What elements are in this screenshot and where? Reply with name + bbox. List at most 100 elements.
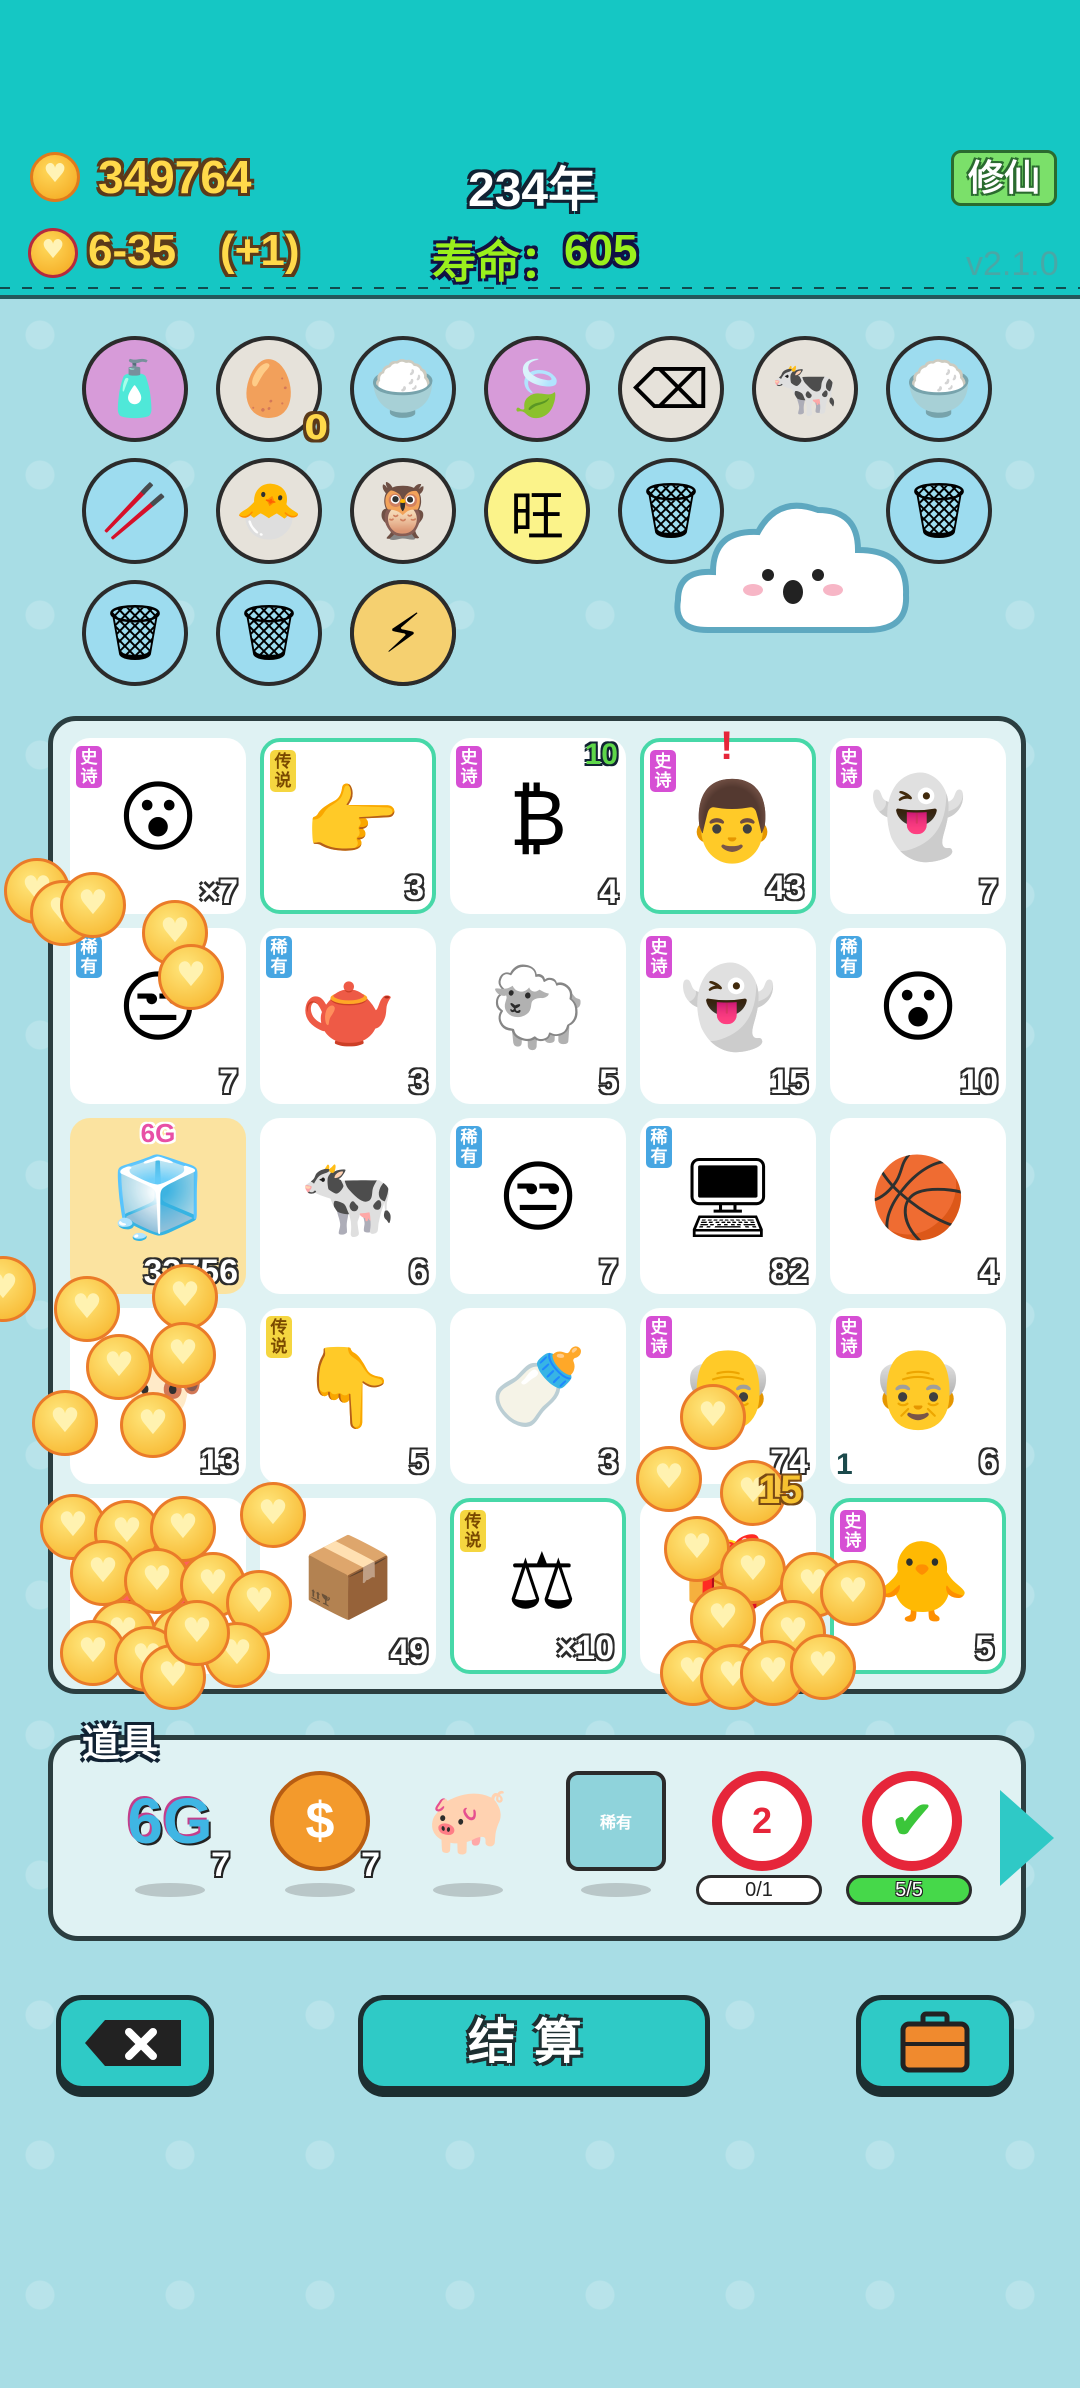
- cell-value: 15: [770, 1063, 808, 1101]
- floating-coin-icon: [680, 1384, 746, 1450]
- version-label: v2.1.0: [966, 245, 1059, 283]
- check-prop-icon: ✔: [862, 1771, 962, 1871]
- prop-count: 7: [361, 1846, 380, 1884]
- rarity-tag: 史诗: [646, 1316, 672, 1358]
- lifespan-value: 605: [564, 226, 638, 275]
- cell-top-label: 6G: [140, 1118, 176, 1148]
- trash-bag-token-3[interactable]: 🗑: [82, 580, 188, 686]
- cell-item-icon: 🐄: [299, 1152, 397, 1243]
- piggy-bank-prop-icon: 🐖: [426, 1782, 510, 1859]
- rarity-tag: 史诗: [76, 746, 102, 788]
- chick-egg-token[interactable]: 🐣: [216, 458, 322, 564]
- floating-coin-icon: [240, 1482, 306, 1548]
- board-cell[interactable]: 史诗 👨 43!: [640, 724, 816, 914]
- hearts-bonus: (+1): [220, 226, 300, 275]
- prop-progress: 0/1: [696, 1875, 822, 1905]
- breast-pump-token-icon: 🧴: [101, 357, 169, 420]
- board-cell[interactable]: 🍼 3: [450, 1308, 626, 1484]
- wangwang-token[interactable]: 旺: [484, 458, 590, 564]
- board-cell[interactable]: 传说 👇 5: [260, 1308, 436, 1484]
- cell-value: ×7: [199, 873, 238, 911]
- rarity-tag: 史诗: [650, 750, 676, 792]
- piggy-bank-prop[interactable]: 🐖: [408, 1771, 528, 1897]
- floating-coin-icon: [158, 944, 224, 1010]
- cell-item-icon: 👻: [869, 772, 967, 863]
- board-cell[interactable]: 🐄 6: [260, 1118, 436, 1294]
- prop-shadow: [285, 1883, 355, 1897]
- cell-value: 3: [405, 869, 424, 907]
- board-cell[interactable]: 稀有 🖥 82: [640, 1118, 816, 1294]
- props-title: 道具: [82, 1723, 159, 1765]
- rare-cards-prop-icon: 稀有: [566, 1771, 666, 1871]
- board-cell[interactable]: 🐑 5: [450, 928, 626, 1104]
- coins-count: 349764: [98, 151, 252, 203]
- lightning-icon: ⚡: [384, 601, 422, 665]
- target-prop-icon: 2: [712, 1771, 812, 1871]
- board-cell[interactable]: 史诗 👴 6 1: [830, 1308, 1006, 1484]
- board-cell[interactable]: 稀有 😒 7: [450, 1118, 626, 1294]
- floating-coin-icon: [150, 1322, 216, 1388]
- 6g-prop[interactable]: 6G 7: [110, 1771, 230, 1897]
- board-cell[interactable]: 传说 ⚖ ×10: [450, 1498, 626, 1674]
- board-cell[interactable]: 稀有 😮 10: [830, 928, 1006, 1104]
- egg-tray-token[interactable]: 🥚 0: [216, 336, 328, 448]
- rice-bowl-token-2[interactable]: 🍚: [886, 336, 992, 442]
- cloud-mascot: [674, 502, 910, 633]
- dollar-coin-prop[interactable]: $7: [260, 1771, 380, 1897]
- rarity-tag: 史诗: [456, 746, 482, 788]
- alert-icon: !: [720, 724, 734, 768]
- floating-coin-icon: [790, 1634, 856, 1700]
- chopsticks-token[interactable]: 🥢: [82, 458, 188, 564]
- cell-item-icon: 😮: [117, 773, 199, 863]
- next-arrow-icon[interactable]: [1000, 1790, 1054, 1886]
- rarity-tag: 传说: [460, 1510, 486, 1552]
- prop-count: 7: [211, 1846, 230, 1884]
- floating-coin-icon: [86, 1334, 152, 1400]
- cell-item-icon: 👇: [299, 1342, 397, 1433]
- owl-token[interactable]: 🦉: [350, 458, 456, 564]
- lightning-token[interactable]: ⚡: [350, 580, 456, 686]
- owl-token-icon: 🦉: [369, 479, 437, 542]
- leaf-token[interactable]: 🍃: [484, 336, 590, 442]
- floating-coin-icon: [152, 1264, 218, 1330]
- delete-button[interactable]: [56, 1995, 214, 2091]
- cell-value: 7: [219, 1063, 238, 1101]
- board-cell[interactable]: 史诗 👻 15: [640, 928, 816, 1104]
- 6g-prop-icon: 6G: [127, 1785, 213, 1857]
- target-prop[interactable]: 2 0/1: [696, 1771, 822, 1905]
- floating-coin-icon: [820, 1560, 886, 1626]
- breast-pump-token[interactable]: 🧴: [82, 336, 188, 442]
- delete-tag-token[interactable]: ⌫: [618, 336, 724, 442]
- trash-bag-token-4[interactable]: 🗑: [216, 580, 322, 686]
- board-cell[interactable]: 史诗 👻 7: [830, 738, 1006, 914]
- board-cell[interactable]: 稀有 🫖 3: [260, 928, 436, 1104]
- rarity-tag: 稀有: [76, 936, 102, 978]
- board-cell[interactable]: 史诗 ₿ 4 10: [450, 738, 626, 914]
- board-cell[interactable]: 传说 👉 3: [260, 738, 436, 914]
- cultivate-button[interactable]: 修仙: [951, 150, 1057, 206]
- cell-value: 13: [200, 1443, 238, 1481]
- rare-cards-prop[interactable]: 稀有: [556, 1771, 676, 1897]
- board-cell[interactable]: 🧊337566G: [70, 1118, 246, 1294]
- trash-bag-token-4-icon: 🗑: [234, 601, 304, 664]
- board-cell[interactable]: 🏀 4: [830, 1118, 1006, 1294]
- coin-icon: [30, 152, 80, 202]
- cell-item-icon: 🐑: [489, 962, 587, 1053]
- rarity-tag: 史诗: [646, 936, 672, 978]
- floating-coin-icon: [60, 872, 126, 938]
- rice-bowl-token[interactable]: 🍚: [350, 336, 456, 442]
- delete-tag-icon: [85, 2020, 181, 2066]
- check-prop[interactable]: ✔ 5/5: [846, 1771, 972, 1905]
- prop-shadow: [135, 1883, 205, 1897]
- settle-button[interactable]: 结算: [358, 1995, 710, 2091]
- rarity-tag: 史诗: [840, 1510, 866, 1552]
- cow-twins-token-icon: 🐄: [771, 357, 839, 420]
- rarity-tag: 史诗: [836, 1316, 862, 1358]
- cell-value: 7: [979, 873, 998, 911]
- prop-shadow: [581, 1883, 651, 1897]
- floating-coin-icon: [54, 1276, 120, 1342]
- rice-bowl-token-2-icon: 🍚: [905, 357, 973, 420]
- cow-twins-token[interactable]: 🐄: [752, 336, 858, 442]
- cell-value: 5: [409, 1443, 428, 1481]
- briefcase-button[interactable]: [856, 1995, 1014, 2091]
